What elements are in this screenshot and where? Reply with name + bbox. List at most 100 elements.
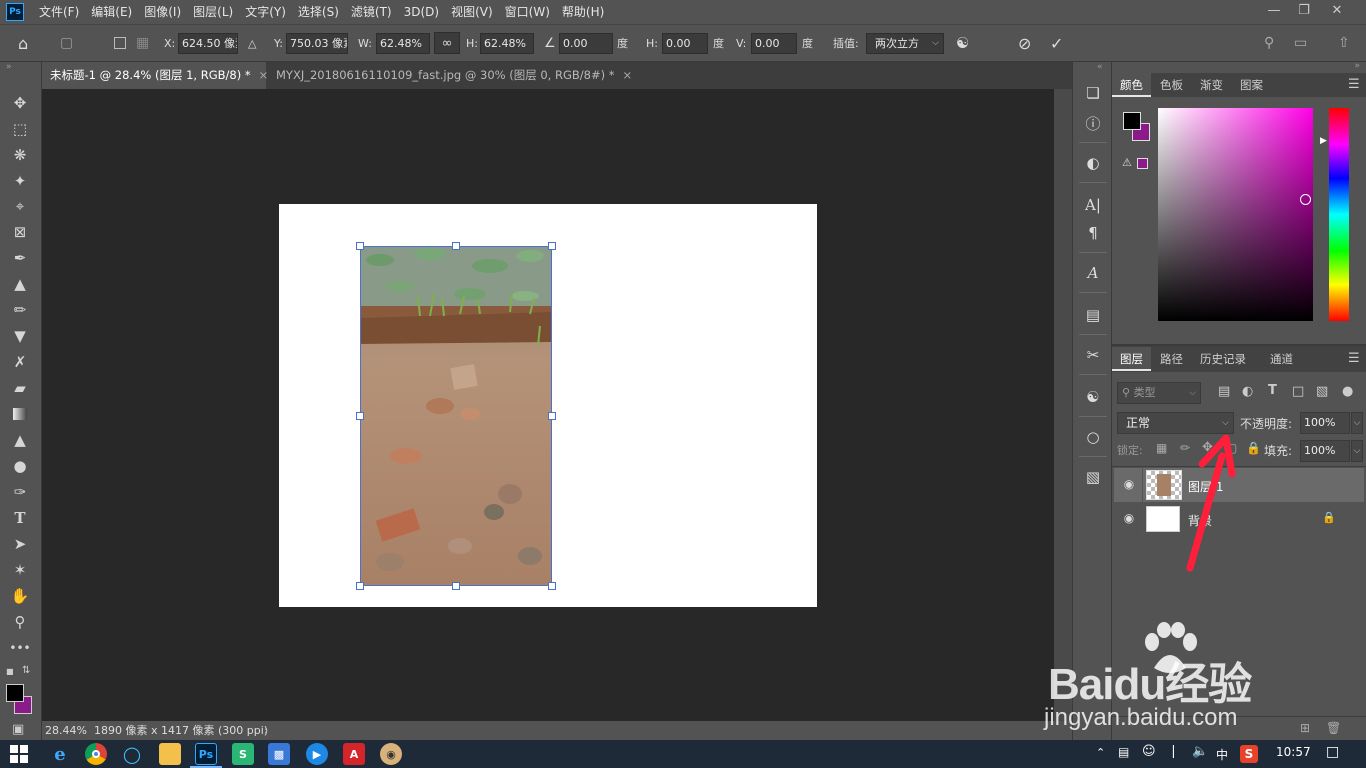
tab-paths[interactable]: 路径 [1152, 347, 1191, 371]
learn-icon[interactable]: ○ [1082, 426, 1104, 448]
lasso-tool-icon[interactable]: ❋ [8, 144, 32, 166]
transform-tool-icon[interactable]: ▢ [60, 33, 73, 54]
delete-layer-icon[interactable]: 🗑 [1326, 721, 1341, 735]
media-player-icon[interactable]: ▶ [306, 743, 328, 765]
app-icon[interactable]: ▩ [268, 743, 290, 765]
close-icon[interactable]: ✕ [1322, 0, 1352, 24]
angle-field[interactable]: 0.00 [559, 33, 613, 54]
vskew-field[interactable]: 0.00 [751, 33, 797, 54]
commit-icon[interactable]: ✓ [1050, 33, 1063, 54]
lock-all-icon[interactable]: 🔒 [1246, 441, 1261, 455]
qq-icon[interactable]: ☺ [1142, 744, 1156, 759]
tab-untitled-1[interactable]: 未标题-1 @ 28.4% (图层 1, RGB/8) * × [42, 62, 268, 89]
opacity-chevron-down-icon[interactable]: ⌵ [1351, 412, 1363, 434]
menu-type[interactable]: 文字(Y) [239, 0, 292, 24]
warp-icon[interactable]: ☯ [956, 33, 969, 54]
paths-icon[interactable]: ☯ [1082, 386, 1104, 408]
3d-icon[interactable]: ❏ [1082, 82, 1104, 104]
file-explorer-icon[interactable] [159, 743, 181, 765]
blur-tool-icon[interactable]: ▲ [8, 429, 32, 451]
character-icon[interactable]: A| [1082, 194, 1104, 216]
chevron-right-icon[interactable]: › [264, 721, 268, 740]
tab-swatches[interactable]: 色板 [1152, 73, 1191, 97]
ie-icon[interactable]: e [49, 743, 71, 765]
h-field[interactable]: 62.48% [480, 33, 534, 54]
transform-handle-tl[interactable] [356, 242, 364, 250]
layer-filter-select[interactable]: ⚲ 类型 ⌵ [1117, 382, 1201, 404]
history-brush-tool-icon[interactable]: ✗ [8, 351, 32, 373]
clock[interactable]: 10:57 [1276, 745, 1311, 759]
menu-select[interactable]: 选择(S) [292, 0, 345, 24]
transform-handle-t[interactable] [452, 242, 460, 250]
chevron-up-icon[interactable]: ⌃ [1096, 746, 1105, 759]
reference-point-icon[interactable]: ▦ [136, 33, 149, 54]
type-tool-icon[interactable]: T [8, 507, 32, 529]
notification-icon[interactable]: □ [1326, 744, 1339, 760]
fill-chevron-down-icon[interactable]: ⌵ [1351, 440, 1363, 462]
zoom-tool-icon[interactable]: ⚲ [8, 611, 32, 633]
eye-icon[interactable]: ◉ [1120, 477, 1138, 493]
transform-handle-b[interactable] [452, 582, 460, 590]
menu-window[interactable]: 窗口(W) [499, 0, 556, 24]
link-icon[interactable]: ∞ [434, 32, 460, 54]
dodge-tool-icon[interactable]: ● [8, 455, 32, 477]
w-field[interactable]: 62.48% [376, 33, 430, 54]
tab-channels[interactable]: 通道 [1262, 347, 1301, 371]
delta-icon[interactable]: △ [248, 33, 256, 54]
start-icon[interactable] [10, 745, 28, 763]
filter-toggle-icon[interactable]: ● [1342, 384, 1353, 399]
healing-brush-tool-icon[interactable]: ▲ [8, 273, 32, 295]
color-picker-cursor[interactable] [1300, 194, 1311, 205]
search-icon[interactable]: ⚲ [1264, 33, 1274, 54]
more-tools-icon[interactable]: ••• [8, 637, 32, 659]
adjustments-icon[interactable]: ◐ [1082, 152, 1104, 174]
workspace-icon[interactable]: ▭ [1294, 33, 1307, 54]
zoom-level[interactable]: 28.44% [45, 721, 87, 740]
quick-mask-icon[interactable]: ▣ [12, 722, 24, 737]
app-icon[interactable]: ◉ [380, 743, 402, 765]
paragraph-icon[interactable]: ¶ [1082, 222, 1104, 244]
transform-handle-bl[interactable] [356, 582, 364, 590]
transform-handle-l[interactable] [356, 412, 364, 420]
x-field[interactable]: 624.50 像素 [178, 33, 238, 54]
tool-presets-icon[interactable]: ✂ [1082, 344, 1104, 366]
tab-gradients[interactable]: 渐变 [1192, 73, 1231, 97]
swap-colors-icon[interactable]: ⇅ [22, 665, 30, 676]
eraser-tool-icon[interactable]: ▰ [8, 377, 32, 399]
tab-patterns[interactable]: 图案 [1232, 73, 1271, 97]
ime-indicator[interactable]: 中 [1216, 746, 1228, 763]
cancel-icon[interactable]: ⊘ [1018, 33, 1031, 54]
menu-help[interactable]: 帮助(H) [556, 0, 610, 24]
restore-icon[interactable]: ❐ [1289, 0, 1319, 24]
path-selection-tool-icon[interactable]: ➤ [8, 533, 32, 555]
wps-sheet-icon[interactable]: S [232, 743, 254, 765]
filter-type-icon[interactable]: T [1268, 383, 1277, 398]
filter-adjustment-icon[interactable]: ◐ [1242, 384, 1253, 399]
menu-view[interactable]: 视图(V) [445, 0, 499, 24]
filter-shape-icon[interactable]: □ [1292, 384, 1304, 399]
magic-wand-tool-icon[interactable]: ✦ [8, 170, 32, 192]
volume-icon[interactable]: 🔈 [1192, 744, 1208, 759]
hue-slider[interactable] [1329, 108, 1349, 321]
menu-3d[interactable]: 3D(D) [398, 0, 445, 24]
info-icon[interactable]: ⓘ [1082, 112, 1104, 134]
eyedropper-tool-icon[interactable]: ✒ [8, 247, 32, 269]
brush-tool-icon[interactable]: ✏ [8, 299, 32, 321]
lock-transparent-icon[interactable]: ▦ [1156, 441, 1167, 455]
stamp-tool-icon[interactable]: ▼ [8, 325, 32, 347]
move-tool-icon[interactable]: ✥ [8, 92, 32, 114]
filter-smart-object-icon[interactable]: ▧ [1316, 384, 1328, 399]
hskew-field[interactable]: 0.00 [662, 33, 708, 54]
collapse-icon[interactable]: » [6, 62, 12, 72]
transform-handle-br[interactable] [548, 582, 556, 590]
menu-image[interactable]: 图像(I) [138, 0, 187, 24]
menu-file[interactable]: 文件(F) [33, 0, 85, 24]
gradient-tool-icon[interactable] [8, 403, 32, 425]
default-colors-icon[interactable]: ■ [6, 667, 14, 676]
reference-point-checkbox[interactable] [114, 37, 126, 49]
libraries-icon[interactable]: ▧ [1082, 466, 1104, 488]
foreground-color-swatch[interactable] [6, 684, 24, 702]
notes-icon[interactable]: ▤ [1082, 304, 1104, 326]
close-icon[interactable]: × [623, 68, 633, 82]
pen-tool-icon[interactable]: ✑ [8, 481, 32, 503]
